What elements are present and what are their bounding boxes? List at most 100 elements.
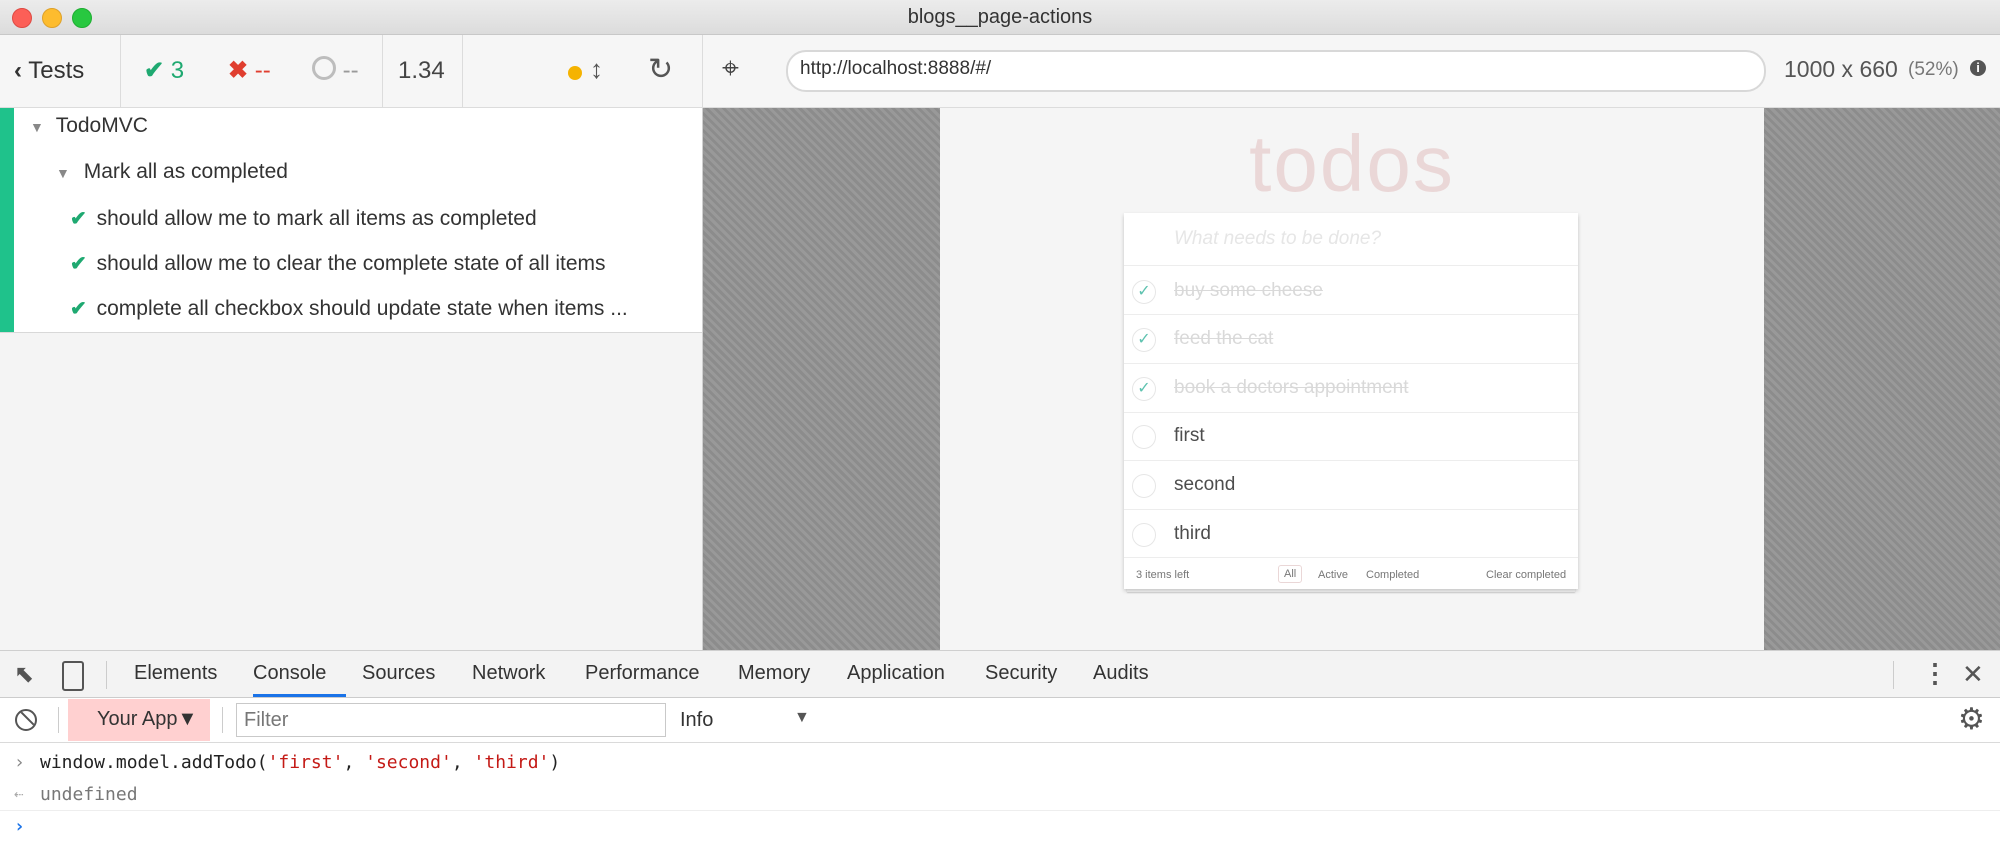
active-tab-indicator [253,694,346,697]
todo-label: buy some cheese [1174,280,1323,301]
check-icon: ✔ [70,298,87,320]
autoscroll-toggle-icon[interactable]: ↕ [590,54,603,85]
reload-icon[interactable]: ↻ [648,52,673,87]
filter-all-link[interactable]: All [1278,565,1303,583]
new-todo-input[interactable]: What needs to be done? [1174,228,1381,250]
device-toolbar-icon[interactable] [62,661,84,691]
pending-count: -- [312,56,359,86]
prompt-chevron-icon: › [14,752,25,773]
suite-status-bar [0,108,14,332]
tab-elements[interactable]: Elements [134,662,217,685]
tab-console[interactable]: Console [253,662,326,685]
console-result: undefined [40,784,138,805]
check-icon: ✓ [1137,331,1151,348]
viewport-size: 1000 x 660 [1784,56,1898,82]
todo-toggle[interactable]: ✓ [1132,377,1156,401]
log-level-select[interactable]: Info [680,709,713,732]
todo-toggle[interactable] [1132,474,1156,498]
tab-security[interactable]: Security [985,662,1057,685]
tab-divider [1893,661,1894,689]
tab-network[interactable]: Network [472,662,545,685]
failed-count: ✖ -- [228,57,271,84]
check-icon: ✔ [70,253,87,275]
duration-display: 1.34 [398,57,445,84]
spinner-icon [312,56,336,80]
todo-divider [1124,314,1578,315]
selector-playground-icon[interactable]: ⌖ [722,52,739,86]
gear-icon[interactable]: ⚙ [1958,702,1985,737]
todo-label: book a doctors appointment [1174,377,1409,398]
todo-label: third [1174,523,1211,544]
todo-label: second [1174,474,1236,495]
app-title: todos [1249,119,1455,208]
toolbar-divider [462,35,463,107]
check-icon: ✔ [70,208,87,230]
tests-label: Tests [28,57,85,84]
viewport-scale: (52%) [1908,59,1959,80]
test-row[interactable]: ✔ should allow me to mark all items as c… [70,206,537,231]
chevron-left-icon: ‹ [14,57,22,84]
clear-console-icon[interactable] [15,709,37,731]
tab-application[interactable]: Application [847,662,945,685]
toolbar-divider [120,35,121,107]
todo-label: first [1174,425,1205,446]
toolbar-divider [58,707,59,733]
suite-title: TodoMVC [55,114,148,137]
todo-divider [1124,363,1578,364]
filter-placeholder: Filter [244,709,289,731]
sub-suite-row[interactable]: ▼ Mark all as completed [56,160,288,184]
tab-audits[interactable]: Audits [1093,662,1149,685]
filter-completed-link[interactable]: Completed [1366,569,1419,581]
caret-down-icon: ▼ [56,165,70,181]
test-title: should allow me to clear the complete st… [96,252,606,275]
caret-down-icon: ▼ [30,119,44,135]
todo-toggle[interactable] [1132,425,1156,449]
more-menu-icon[interactable]: ⋮ [1922,658,1948,689]
test-row[interactable]: ✔ complete all checkbox should update st… [70,296,628,321]
passed-count: ✔ 3 [144,57,185,84]
result-arrow-icon: ⇠ [14,784,24,803]
tab-performance[interactable]: Performance [585,662,700,685]
todo-divider [1124,265,1578,266]
status-dot-icon [568,66,582,80]
console-input-line: window.model.addTodo('first', 'second', … [40,752,561,773]
items-left-count: 3 items left [1136,569,1190,581]
todo-divider [1124,557,1578,558]
check-icon: ✔ [144,57,165,84]
toolbar-divider [702,35,703,107]
todo-divider [1124,509,1578,510]
tab-memory[interactable]: Memory [738,662,810,685]
filter-active-link[interactable]: Active [1318,569,1348,581]
console-divider [0,810,2000,811]
window-title: blogs__page-actions [907,6,1093,28]
inspect-element-icon[interactable]: ⬉ [14,660,34,689]
toolbar-divider [382,35,383,107]
url-text: http://localhost:8888/#/ [800,58,992,79]
todo-divider [1124,412,1578,413]
console-prompt-icon[interactable]: › [14,816,25,837]
todo-divider [1124,460,1578,461]
caret-down-icon[interactable]: ▼ [794,709,810,727]
todo-toggle[interactable]: ✓ [1132,328,1156,352]
test-title: should allow me to mark all items as com… [96,207,537,230]
suite-row[interactable]: ▼ TodoMVC [30,114,148,138]
caret-down-icon: ▼ [177,708,198,730]
todo-toggle[interactable] [1132,523,1156,547]
sub-suite-title: Mark all as completed [83,160,288,183]
x-icon: ✖ [228,57,249,84]
tests-back-button[interactable]: ‹ Tests [14,56,84,86]
check-icon: ✓ [1137,380,1151,397]
tab-sources[interactable]: Sources [362,662,435,685]
toolbar-divider [222,707,223,733]
clear-completed-button[interactable]: Clear completed [1486,569,1566,581]
clear-console-slash [18,711,35,729]
context-label: Your App▼ [97,708,198,730]
console-filter-input[interactable] [236,703,666,737]
info-icon[interactable]: i [1970,60,1986,76]
test-title: complete all checkbox should update stat… [96,297,628,320]
todo-toggle[interactable]: ✓ [1132,280,1156,304]
tab-divider [106,661,107,689]
check-icon: ✓ [1137,283,1151,300]
close-icon[interactable]: ✕ [1962,659,1984,690]
test-row[interactable]: ✔ should allow me to clear the complete … [70,251,606,276]
